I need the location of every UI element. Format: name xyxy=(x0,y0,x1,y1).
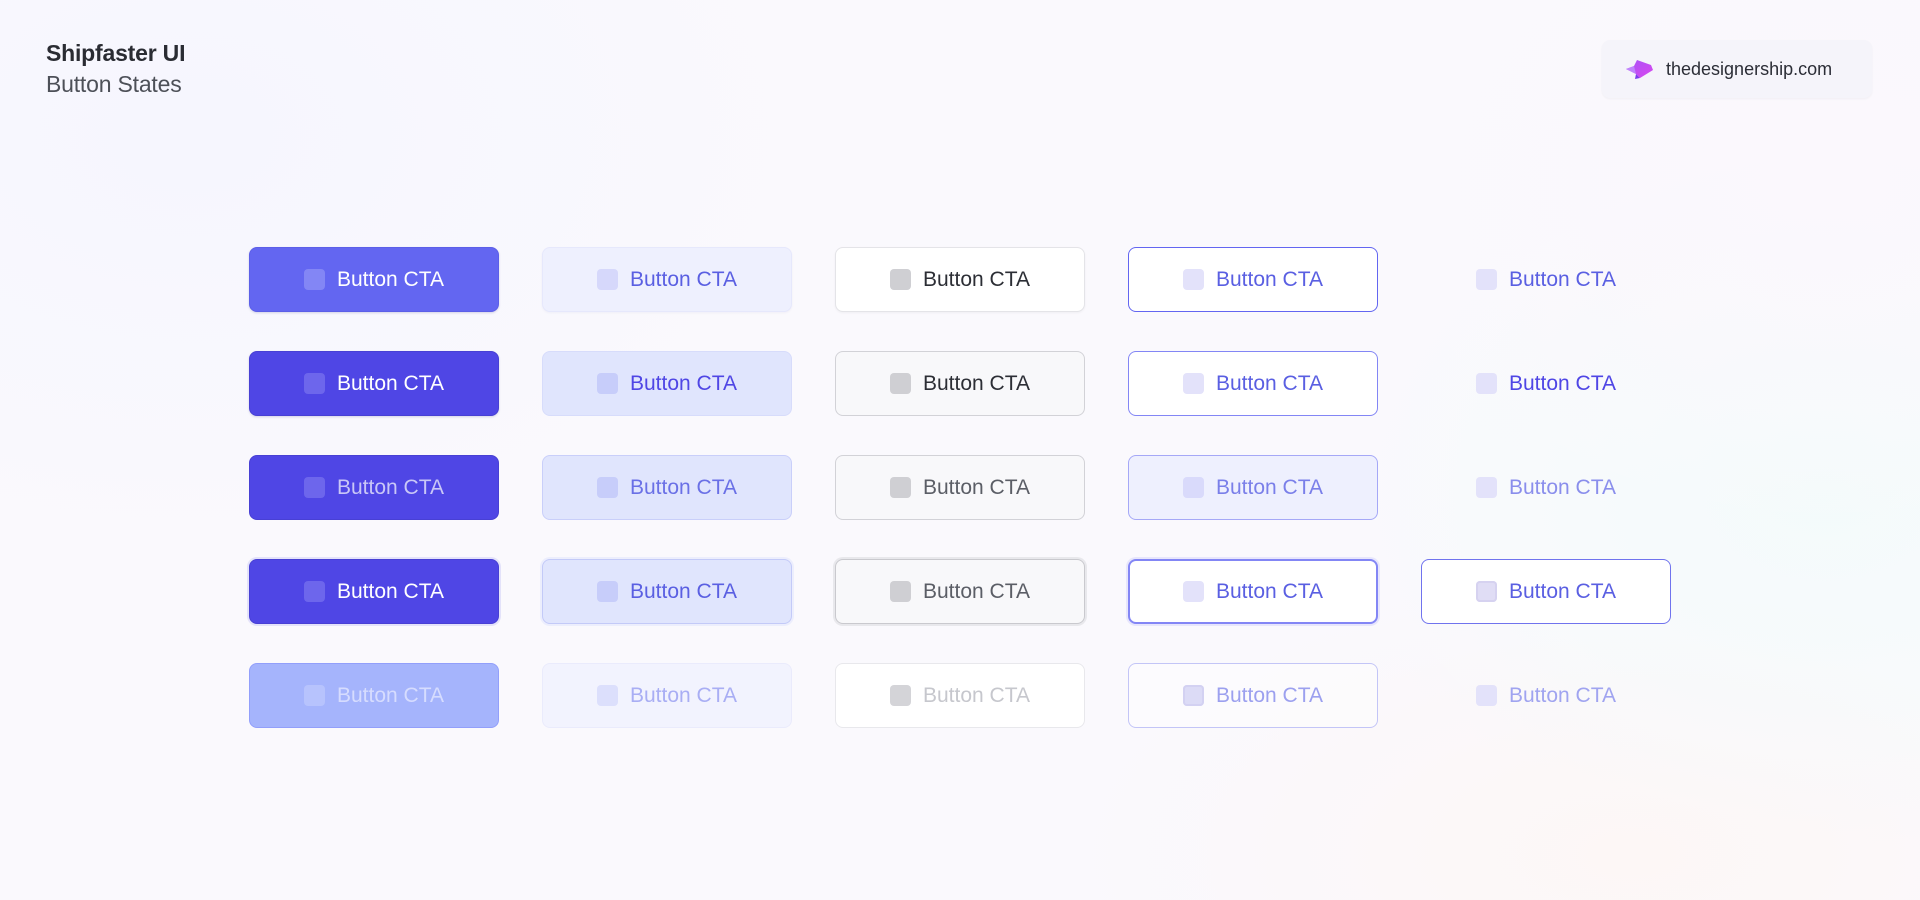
placeholder-square-icon xyxy=(1476,269,1497,290)
placeholder-square-icon xyxy=(1476,477,1497,498)
secondary-button-hover[interactable]: Button CTA xyxy=(542,351,792,416)
placeholder-square-icon xyxy=(890,373,911,394)
site-badge-text: thedesignership.com xyxy=(1666,58,1833,79)
button-label: Button CTA xyxy=(923,579,1030,603)
button-label: Button CTA xyxy=(630,371,737,395)
button-label: Button CTA xyxy=(923,683,1030,707)
primary-button-disabled[interactable]: Button CTA xyxy=(249,663,499,728)
button-label: Button CTA xyxy=(1509,475,1616,499)
neutral-button-disabled[interactable]: Button CTA xyxy=(835,663,1085,728)
brand-header: Shipfaster UI Button States xyxy=(46,38,185,100)
ghost-button-disabled[interactable]: Button CTA xyxy=(1421,663,1671,728)
button-label: Button CTA xyxy=(1509,683,1616,707)
neutral-button-default[interactable]: Button CTA xyxy=(835,247,1085,312)
neutral-button-hover[interactable]: Button CTA xyxy=(835,351,1085,416)
page-title: Shipfaster UI xyxy=(46,40,186,66)
placeholder-square-icon xyxy=(1183,477,1204,498)
button-label: Button CTA xyxy=(1216,267,1323,291)
outline-button-hover[interactable]: Button CTA xyxy=(1128,351,1378,416)
button-label: Button CTA xyxy=(630,683,737,707)
placeholder-square-icon xyxy=(304,269,325,290)
placeholder-square-icon xyxy=(1183,685,1204,706)
placeholder-square-icon xyxy=(1476,685,1497,706)
outline-button-focus[interactable]: Button CTA xyxy=(1128,559,1378,624)
ghost-button-default[interactable]: Button CTA xyxy=(1421,247,1671,312)
placeholder-square-icon xyxy=(304,581,325,602)
button-states-grid: Button CTA Button CTA Button CTA Button … xyxy=(249,247,1671,728)
outline-button-pressed[interactable]: Button CTA xyxy=(1128,455,1378,520)
button-label: Button CTA xyxy=(1216,475,1323,499)
secondary-button-disabled[interactable]: Button CTA xyxy=(542,663,792,728)
button-label: Button CTA xyxy=(923,371,1030,395)
placeholder-square-icon xyxy=(890,269,911,290)
primary-button-focus[interactable]: Button CTA xyxy=(249,559,499,624)
placeholder-square-icon xyxy=(890,477,911,498)
button-label: Button CTA xyxy=(923,475,1030,499)
button-label: Button CTA xyxy=(1509,579,1616,603)
button-label: Button CTA xyxy=(337,371,444,395)
placeholder-square-icon xyxy=(304,477,325,498)
ghost-button-pressed[interactable]: Button CTA xyxy=(1421,455,1671,520)
button-label: Button CTA xyxy=(1216,371,1323,395)
button-label: Button CTA xyxy=(337,579,444,603)
primary-button-pressed[interactable]: Button CTA xyxy=(249,455,499,520)
designership-logo-icon xyxy=(1624,57,1654,81)
button-label: Button CTA xyxy=(1216,579,1323,603)
secondary-button-pressed[interactable]: Button CTA xyxy=(542,455,792,520)
placeholder-square-icon xyxy=(1183,373,1204,394)
placeholder-square-icon xyxy=(890,685,911,706)
placeholder-square-icon xyxy=(1183,581,1204,602)
placeholder-square-icon xyxy=(597,269,618,290)
outline-button-disabled[interactable]: Button CTA xyxy=(1128,663,1378,728)
primary-button-default[interactable]: Button CTA xyxy=(249,247,499,312)
button-label: Button CTA xyxy=(630,475,737,499)
button-label: Button CTA xyxy=(1509,267,1616,291)
button-label: Button CTA xyxy=(630,579,737,603)
button-label: Button CTA xyxy=(1216,683,1323,707)
placeholder-square-icon xyxy=(597,373,618,394)
neutral-button-pressed[interactable]: Button CTA xyxy=(835,455,1085,520)
primary-button-hover[interactable]: Button CTA xyxy=(249,351,499,416)
outline-button-default[interactable]: Button CTA xyxy=(1128,247,1378,312)
ghost-button-hover[interactable]: Button CTA xyxy=(1421,351,1671,416)
placeholder-square-icon xyxy=(597,581,618,602)
button-label: Button CTA xyxy=(337,267,444,291)
ghost-button-focus[interactable]: Button CTA xyxy=(1421,559,1671,624)
button-label: Button CTA xyxy=(1509,371,1616,395)
placeholder-square-icon xyxy=(597,685,618,706)
placeholder-square-icon xyxy=(597,477,618,498)
button-label: Button CTA xyxy=(337,683,444,707)
placeholder-square-icon xyxy=(1476,373,1497,394)
placeholder-square-icon xyxy=(304,373,325,394)
button-label: Button CTA xyxy=(923,267,1030,291)
secondary-button-default[interactable]: Button CTA xyxy=(542,247,792,312)
placeholder-square-icon xyxy=(890,581,911,602)
secondary-button-focus[interactable]: Button CTA xyxy=(542,559,792,624)
button-label: Button CTA xyxy=(630,267,737,291)
neutral-button-focus[interactable]: Button CTA xyxy=(835,559,1085,624)
page-subtitle: Button States xyxy=(46,71,182,97)
site-badge[interactable]: thedesignership.com xyxy=(1602,40,1872,98)
button-label: Button CTA xyxy=(337,475,444,499)
placeholder-square-icon xyxy=(1476,581,1497,602)
placeholder-square-icon xyxy=(304,685,325,706)
placeholder-square-icon xyxy=(1183,269,1204,290)
